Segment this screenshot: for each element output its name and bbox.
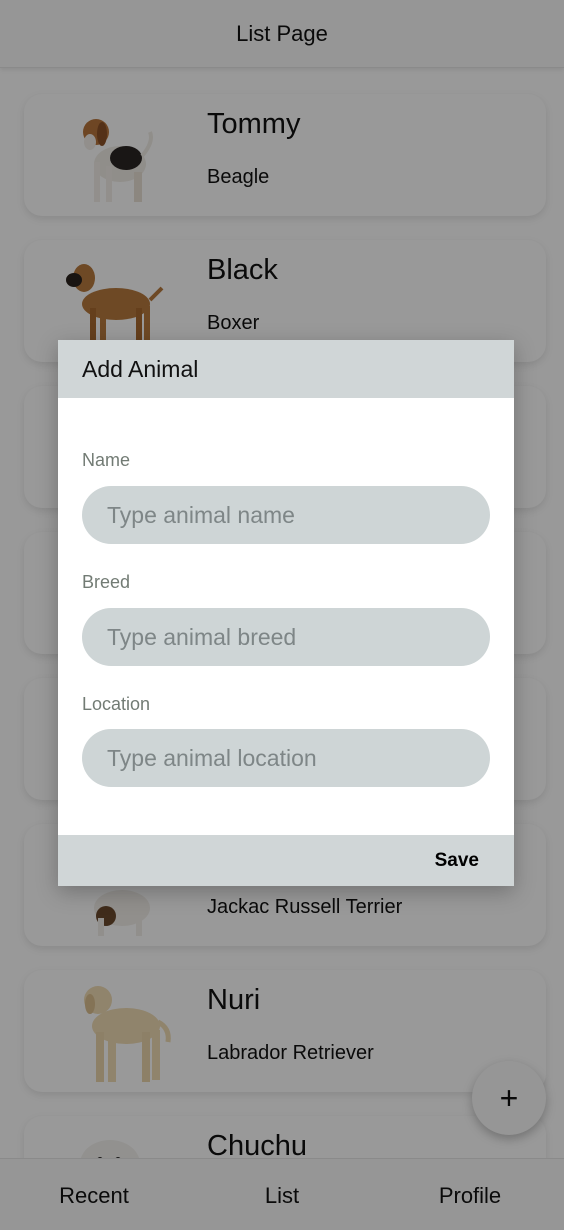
add-animal-dialog: Add Animal Name Breed Location Save xyxy=(58,340,514,886)
location-input[interactable] xyxy=(82,729,490,787)
location-label: Location xyxy=(82,694,151,714)
breed-input[interactable] xyxy=(82,608,490,666)
name-label: Name xyxy=(82,450,131,470)
dialog-title: Add Animal xyxy=(82,355,199,382)
name-input[interactable] xyxy=(82,486,490,544)
dialog-header: Add Animal xyxy=(58,340,514,398)
dialog-footer: Save xyxy=(58,835,514,886)
save-button[interactable]: Save xyxy=(435,850,479,872)
breed-label: Breed xyxy=(82,572,131,592)
